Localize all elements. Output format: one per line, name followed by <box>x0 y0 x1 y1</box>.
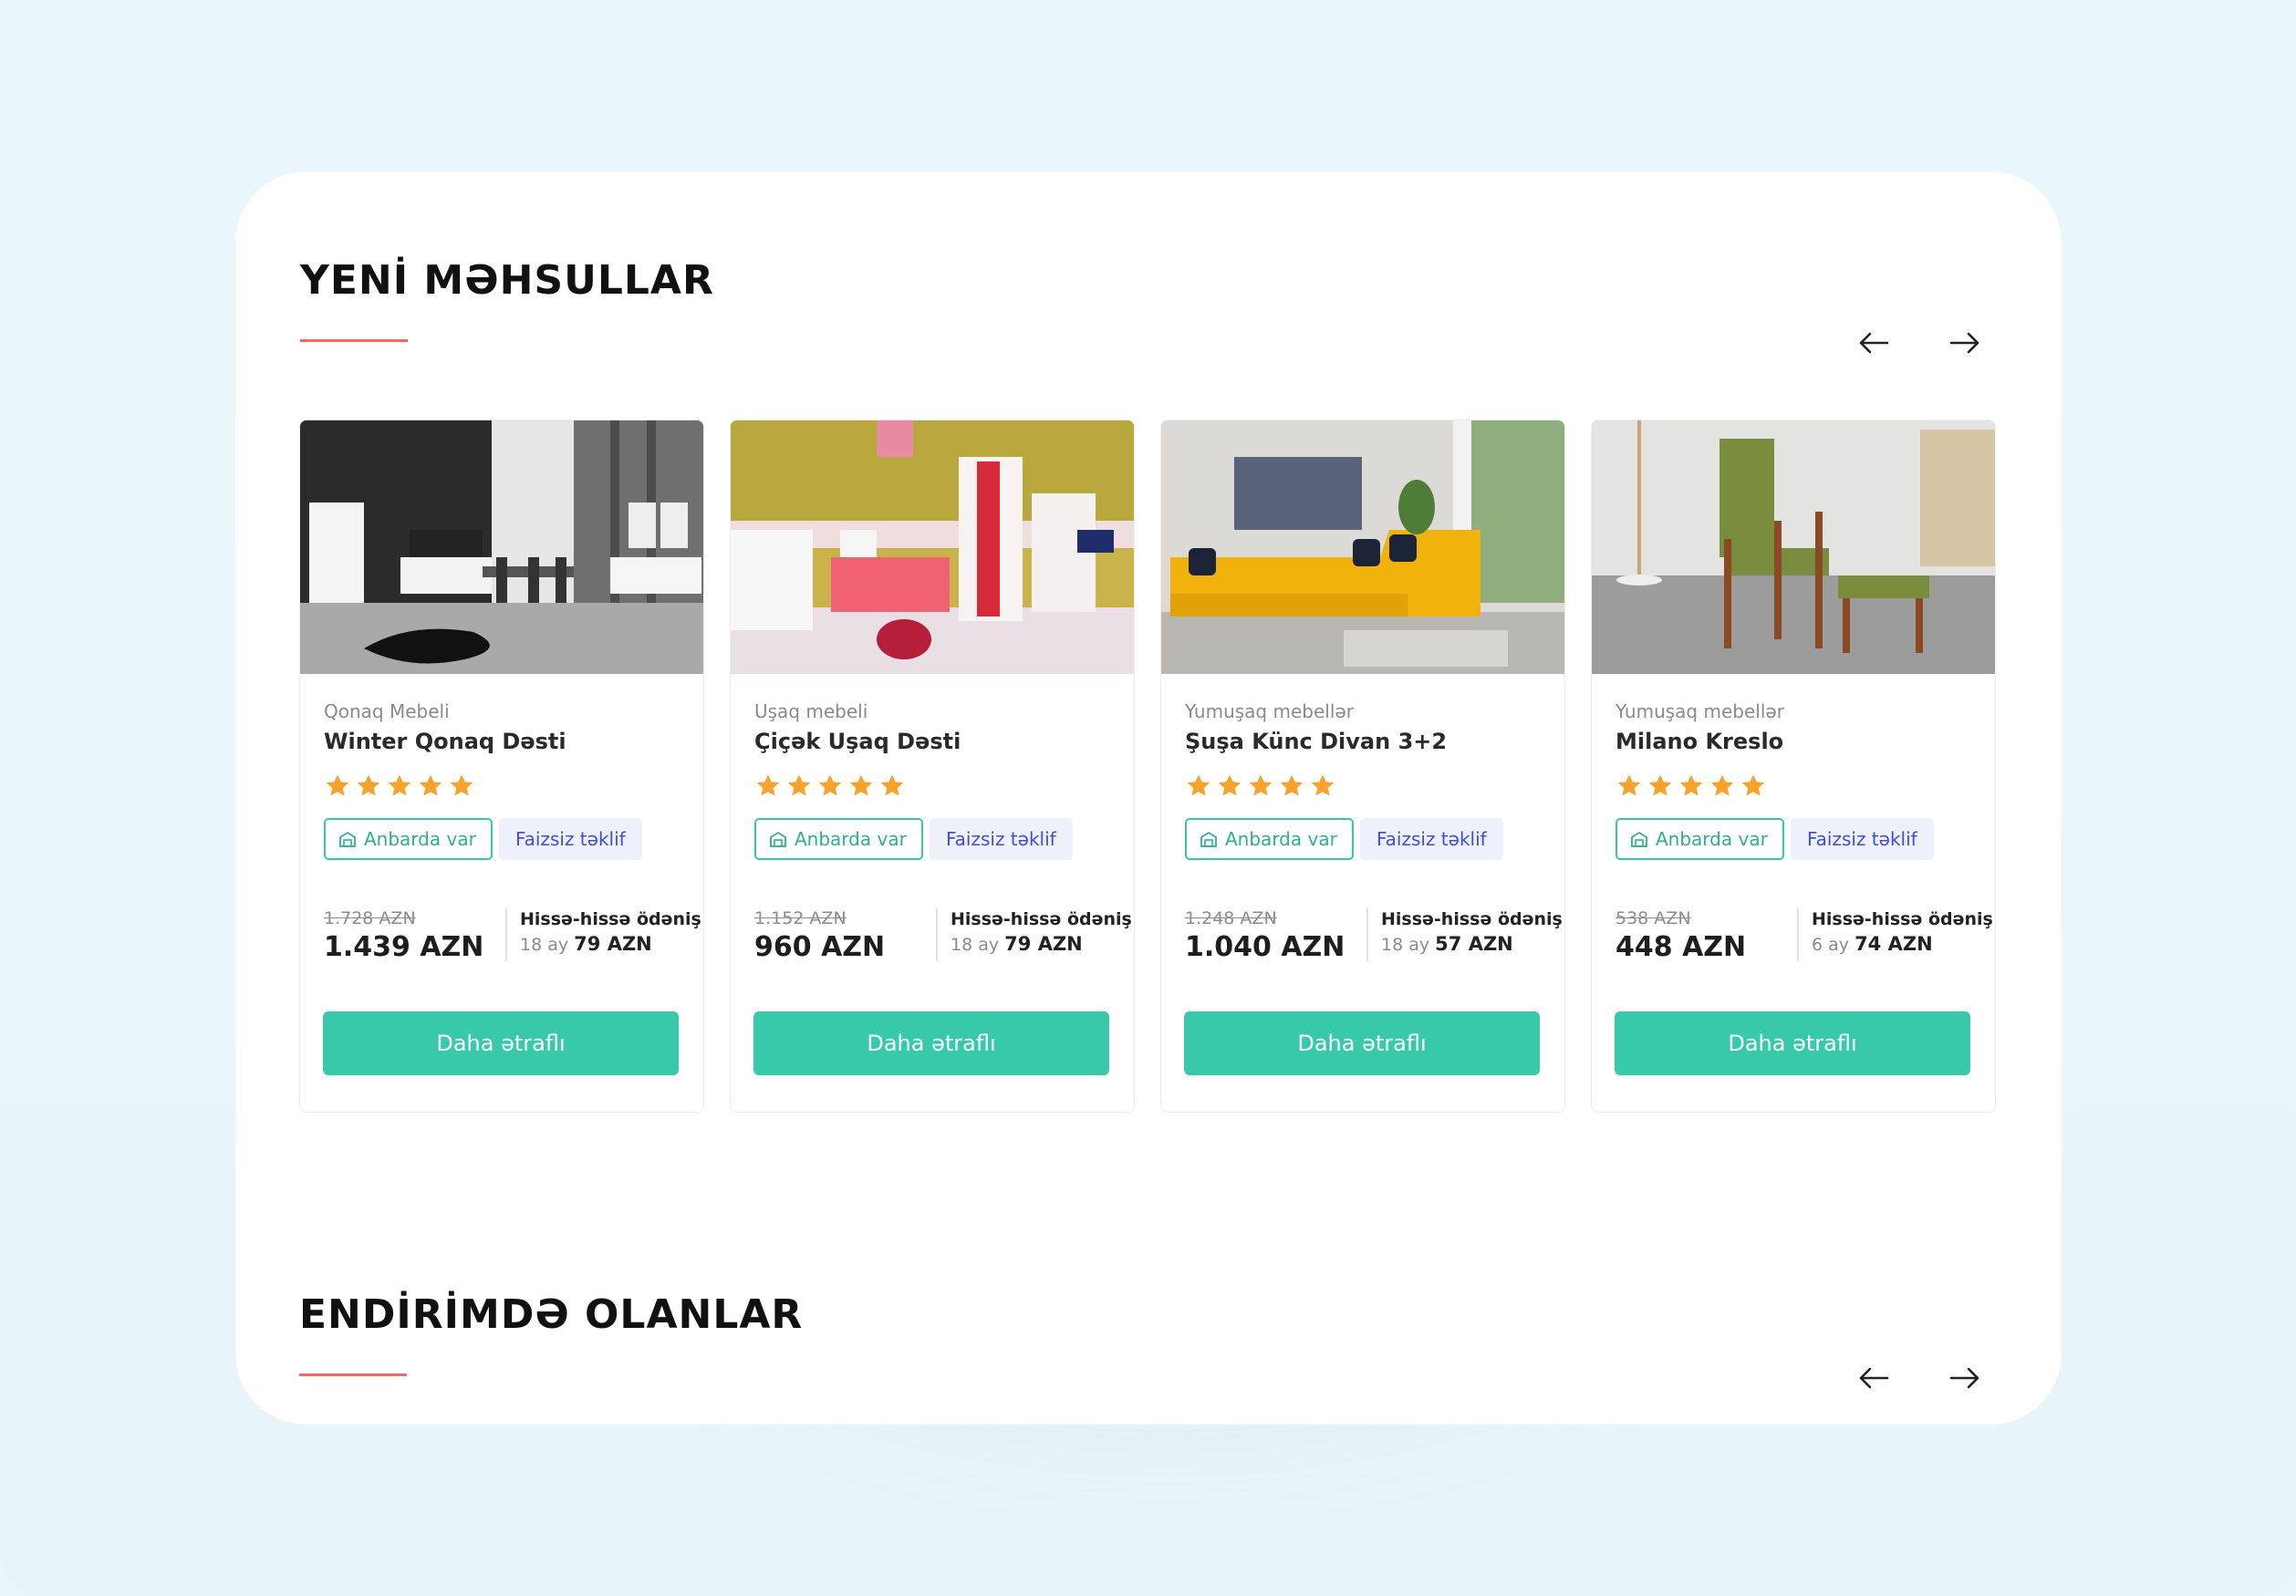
star-icon <box>450 774 473 796</box>
star-icon <box>1648 774 1672 796</box>
in-stock-badge: Anbarda var <box>754 818 923 860</box>
product-name[interactable]: Şuşa Künc Divan 3+2 <box>1185 729 1447 754</box>
rating-stars <box>1616 772 1767 800</box>
warehouse-icon <box>1200 831 1217 847</box>
product-image[interactable] <box>300 420 703 674</box>
installment-label: Hissə-hissə ödəniş <box>1381 909 1563 929</box>
section-title-underline <box>299 1373 407 1376</box>
product-image[interactable] <box>731 420 1134 674</box>
installment-label: Hissə-hissə ödəniş <box>520 909 701 929</box>
product-card[interactable]: Yumuşaq mebellər Milano Kreslo Anbarda v… <box>1591 420 1996 1113</box>
installment-term: 18 ay 79 AZN <box>951 933 1083 955</box>
details-button[interactable]: Daha ətraflı <box>753 1011 1109 1075</box>
warehouse-icon <box>1631 831 1647 847</box>
interest-free-badge: Faizsiz təklif <box>930 818 1073 860</box>
star-icon <box>756 774 780 796</box>
interest-free-badge: Faizsiz təklif <box>499 818 642 860</box>
in-stock-label: Anbarda var <box>364 828 476 850</box>
next-arrow-button[interactable] <box>1938 1351 1992 1405</box>
current-price: 1.439 AZN <box>324 931 484 963</box>
star-icon <box>388 774 411 796</box>
star-icon <box>1617 774 1641 796</box>
installment-term: 6 ay 74 AZN <box>1812 933 1933 955</box>
star-icon <box>1187 774 1210 796</box>
old-price: 1.728 AZN <box>324 908 416 928</box>
warehouse-icon <box>770 831 786 847</box>
arrow-left-icon <box>1859 1367 1889 1389</box>
in-stock-badge: Anbarda var <box>1185 818 1354 860</box>
in-stock-badge: Anbarda var <box>1616 818 1784 860</box>
arrow-right-icon <box>1949 332 1979 354</box>
rating-stars <box>324 772 475 800</box>
star-icon <box>1741 774 1765 796</box>
price-divider <box>505 908 507 961</box>
interest-free-badge: Faizsiz təklif <box>1791 818 1934 860</box>
star-icon <box>787 774 811 796</box>
rating-stars <box>1185 772 1336 800</box>
star-icon <box>1710 774 1734 796</box>
old-price: 1.152 AZN <box>754 908 847 928</box>
arrow-left-icon <box>1859 332 1889 354</box>
star-icon <box>1280 774 1304 796</box>
product-name[interactable]: Winter Qonaq Dəsti <box>324 729 566 754</box>
product-category: Yumuşaq mebellər <box>1185 700 1354 722</box>
details-button[interactable]: Daha ətraflı <box>323 1011 679 1075</box>
star-icon <box>1311 774 1335 796</box>
old-price: 1.248 AZN <box>1185 908 1277 928</box>
price-divider <box>936 908 938 961</box>
product-category: Uşaq mebeli <box>754 700 868 722</box>
current-price: 1.040 AZN <box>1185 931 1345 963</box>
star-icon <box>419 774 442 796</box>
in-stock-badge: Anbarda var <box>324 818 493 860</box>
warehouse-icon <box>339 831 356 847</box>
section-title-new-products: YENİ MƏHSULLAR <box>300 257 714 304</box>
details-button[interactable]: Daha ətraflı <box>1615 1011 1970 1075</box>
star-icon <box>326 774 349 796</box>
section-title-underline <box>300 339 408 342</box>
star-icon <box>818 774 842 796</box>
star-icon <box>1218 774 1242 796</box>
star-icon <box>880 774 904 796</box>
in-stock-label: Anbarda var <box>795 828 907 850</box>
current-price: 448 AZN <box>1616 931 1747 963</box>
next-arrow-button[interactable] <box>1938 316 1992 370</box>
in-stock-label: Anbarda var <box>1225 828 1337 850</box>
content-panel: YENİ MƏHSULLAR Qonaq Mebeli Winter Qonaq… <box>235 171 2062 1425</box>
star-icon <box>357 774 380 796</box>
section-title-discounted: ENDİRİMDƏ OLANLAR <box>299 1291 804 1338</box>
product-card[interactable]: Uşaq mebeli Çiçək Uşaq Dəsti Anbarda var… <box>730 420 1135 1113</box>
installment-label: Hissə-hissə ödəniş <box>1812 909 1993 929</box>
product-category: Yumuşaq mebellər <box>1616 700 1784 722</box>
installment-label: Hissə-hissə ödəniş <box>951 909 1132 929</box>
installment-term: 18 ay 79 AZN <box>520 933 652 955</box>
installment-term: 18 ay 57 AZN <box>1381 933 1513 955</box>
current-price: 960 AZN <box>754 931 886 963</box>
product-image[interactable] <box>1161 420 1564 674</box>
prev-arrow-button[interactable] <box>1846 316 1901 370</box>
product-card[interactable]: Yumuşaq mebellər Şuşa Künc Divan 3+2 Anb… <box>1160 420 1565 1113</box>
product-image[interactable] <box>1592 420 1995 674</box>
star-icon <box>1249 774 1273 796</box>
star-icon <box>1679 774 1703 796</box>
rating-stars <box>754 772 906 800</box>
product-category: Qonaq Mebeli <box>324 700 450 722</box>
product-name[interactable]: Çiçək Uşaq Dəsti <box>754 729 961 754</box>
arrow-right-icon <box>1949 1367 1979 1389</box>
old-price: 538 AZN <box>1616 908 1691 928</box>
details-button[interactable]: Daha ətraflı <box>1184 1011 1540 1075</box>
product-card[interactable]: Qonaq Mebeli Winter Qonaq Dəsti Anbarda … <box>299 420 704 1113</box>
prev-arrow-button[interactable] <box>1846 1351 1901 1405</box>
in-stock-label: Anbarda var <box>1656 828 1768 850</box>
star-icon <box>849 774 873 796</box>
price-divider <box>1366 908 1368 961</box>
product-name[interactable]: Milano Kreslo <box>1616 729 1783 754</box>
interest-free-badge: Faizsiz təklif <box>1360 818 1503 860</box>
price-divider <box>1797 908 1799 961</box>
